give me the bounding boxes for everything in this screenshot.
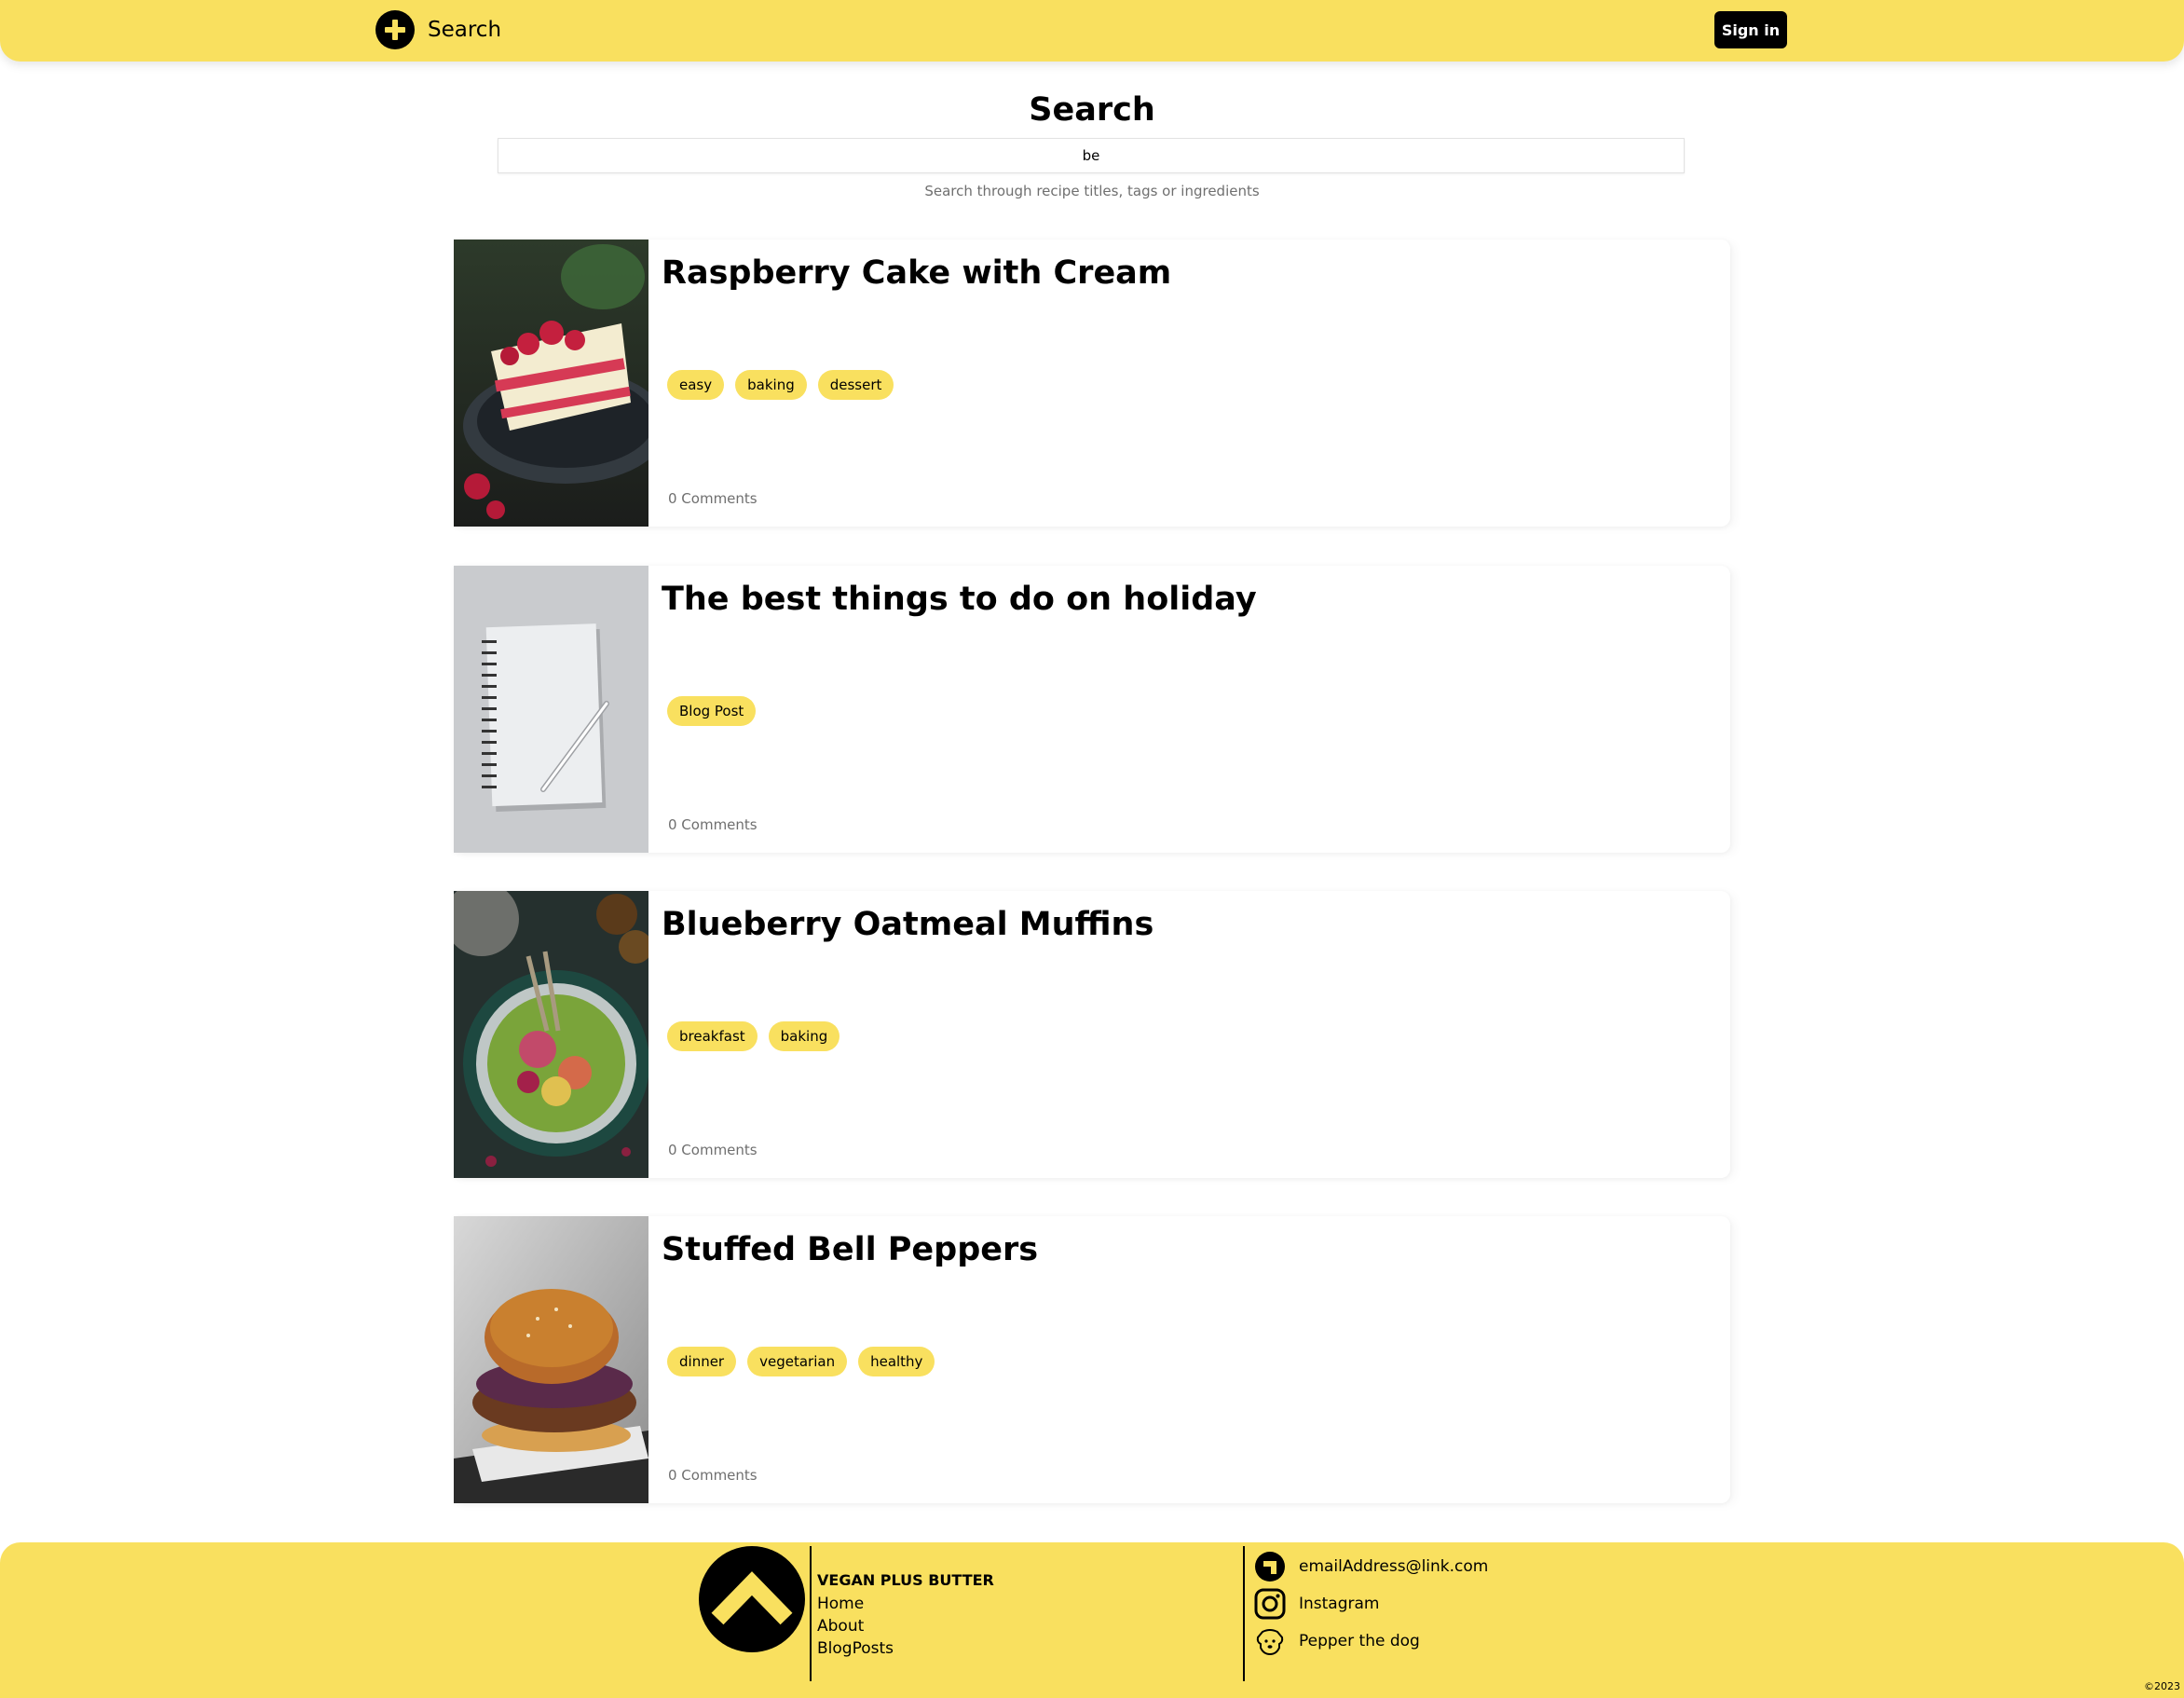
tag-chip[interactable]: easy — [667, 370, 725, 400]
comment-count: 0 Comments — [668, 1467, 758, 1484]
search-help-text: Search through recipe titles, tags or in… — [924, 183, 1260, 199]
search-input[interactable] — [498, 138, 1685, 173]
tag-chip[interactable]: healthy — [858, 1347, 935, 1376]
dog-text: Pepper the dog — [1299, 1632, 1420, 1650]
email-text: emailAddress@link.com — [1299, 1557, 1489, 1576]
footer-link-home[interactable]: Home — [817, 1593, 894, 1615]
tag-chip[interactable]: baking — [768, 1021, 840, 1051]
logo-chevron-icon[interactable] — [699, 1546, 805, 1652]
footer-link-about[interactable]: About — [817, 1615, 894, 1637]
footer-link-blogposts[interactable]: BlogPosts — [817, 1637, 894, 1660]
email-link[interactable]: emailAddress@link.com — [1254, 1550, 1488, 1583]
footer-brand: VEGAN PLUS BUTTER — [817, 1571, 994, 1589]
tag-chip[interactable]: baking — [735, 370, 807, 400]
sign-in-button[interactable]: Sign in — [1714, 11, 1787, 48]
footer-links: Home About BlogPosts — [817, 1593, 894, 1660]
recipe-card[interactable]: The best things to do on holiday Blog Po… — [454, 566, 1730, 853]
footer: VEGAN PLUS BUTTER Home About BlogPosts e… — [0, 1542, 2184, 1698]
recipe-card[interactable]: Raspberry Cake with Cream easy baking de… — [454, 240, 1730, 527]
recipe-thumbnail[interactable] — [454, 1216, 648, 1503]
recipe-title[interactable]: Blueberry Oatmeal Muffins — [662, 906, 1153, 943]
instagram-link[interactable]: Instagram — [1254, 1587, 1380, 1621]
add-search-button[interactable]: Search — [375, 7, 501, 52]
tag-list: breakfast baking — [667, 1021, 840, 1051]
tag-chip[interactable]: dinner — [667, 1347, 737, 1376]
plus-circle-icon — [375, 10, 415, 49]
tag-list: Blog Post — [667, 696, 757, 726]
recipe-card[interactable]: Blueberry Oatmeal Muffins breakfast baki… — [454, 891, 1730, 1178]
instagram-text: Instagram — [1299, 1595, 1380, 1613]
tag-chip[interactable]: dessert — [817, 370, 894, 400]
copyright: ©2023 — [2144, 1680, 2180, 1692]
recipe-thumbnail[interactable] — [454, 240, 648, 527]
recipe-thumbnail[interactable] — [454, 566, 648, 853]
recipe-card[interactable]: Stuffed Bell Peppers dinner vegetarian h… — [454, 1216, 1730, 1503]
page-title: Search — [1029, 91, 1155, 129]
footer-divider — [810, 1546, 812, 1681]
instagram-icon — [1254, 1588, 1286, 1620]
comment-count: 0 Comments — [668, 816, 758, 833]
email-icon — [1255, 1552, 1285, 1582]
tag-list: dinner vegetarian healthy — [667, 1347, 935, 1376]
tag-chip[interactable]: Blog Post — [667, 696, 757, 726]
recipe-thumbnail[interactable] — [454, 891, 648, 1178]
recipe-title[interactable]: Stuffed Bell Peppers — [662, 1231, 1038, 1268]
recipe-title[interactable]: The best things to do on holiday — [662, 581, 1257, 618]
comment-count: 0 Comments — [668, 490, 758, 507]
recipe-title[interactable]: Raspberry Cake with Cream — [662, 254, 1171, 292]
tag-chip[interactable]: vegetarian — [747, 1347, 848, 1376]
comment-count: 0 Comments — [668, 1142, 758, 1158]
tag-list: easy baking dessert — [667, 370, 894, 400]
footer-divider — [1243, 1546, 1245, 1681]
dog-link[interactable]: Pepper the dog — [1254, 1624, 1420, 1658]
top-bar: Search Sign in — [0, 0, 2184, 62]
dog-icon — [1256, 1629, 1284, 1656]
top-bar-label: Search — [428, 18, 502, 42]
tag-chip[interactable]: breakfast — [667, 1021, 758, 1051]
